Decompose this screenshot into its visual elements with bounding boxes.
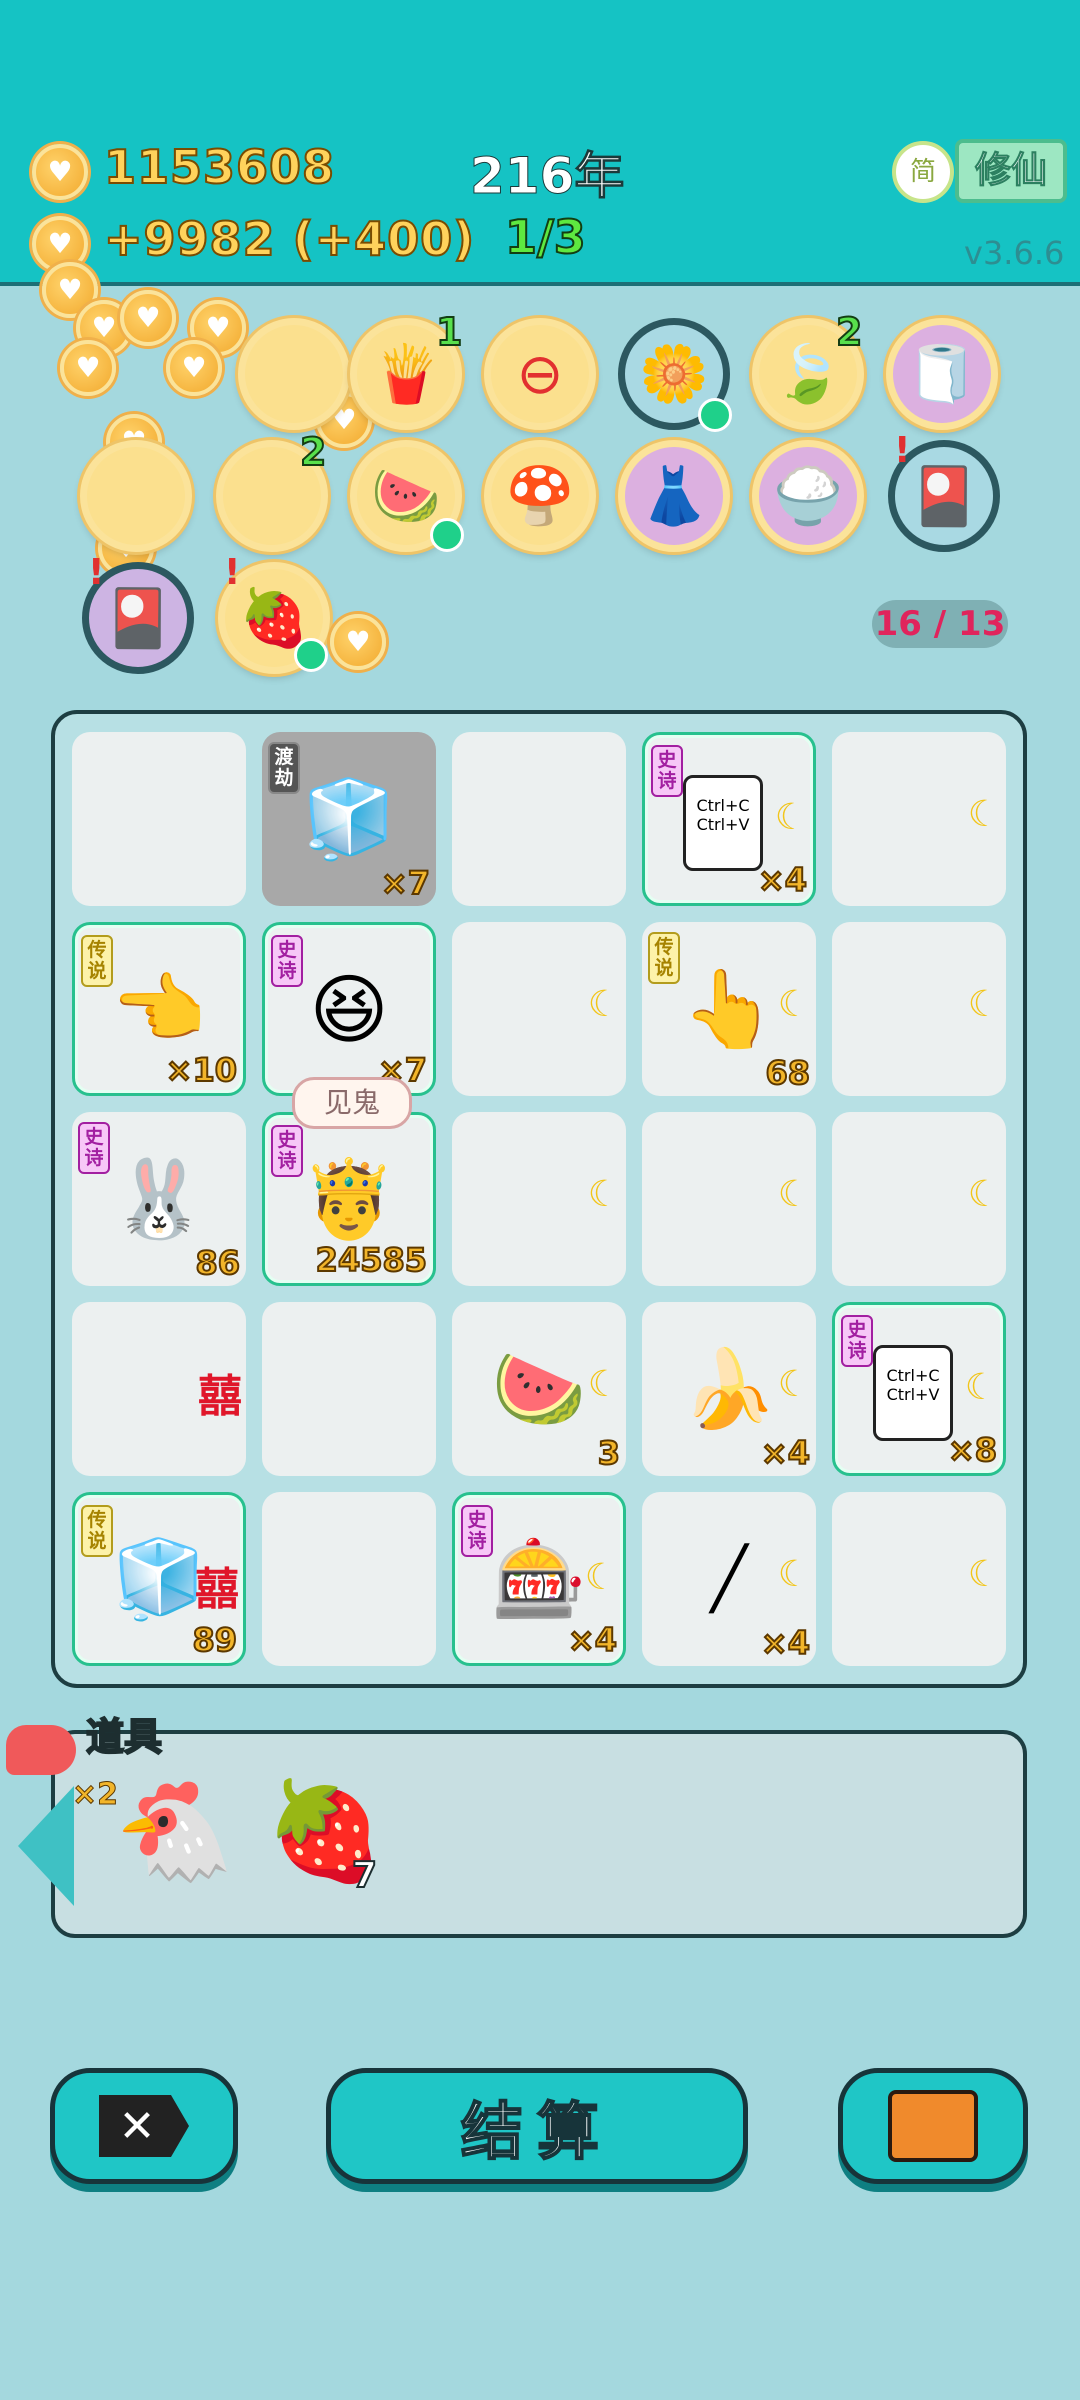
- left-arrow-icon[interactable]: [18, 1786, 74, 1906]
- liver-count: ×2: [71, 1777, 119, 1813]
- relic-minus[interactable]: ⊖: [484, 318, 596, 430]
- board-cell[interactable]: ☾: [642, 1112, 816, 1286]
- item-count: ×4: [567, 1620, 618, 1660]
- relic-mushroom-cloud[interactable]: 🍄: [484, 440, 596, 552]
- board-cell[interactable]: [452, 732, 626, 906]
- item-count: 68: [764, 1053, 811, 1093]
- briefcase-icon: [888, 2090, 978, 2162]
- gold-amount: 1153608: [103, 139, 336, 195]
- item-count: ×4: [757, 860, 808, 900]
- relic-slot[interactable]: [238, 318, 350, 430]
- board-cell[interactable]: ☾: [832, 1492, 1006, 1666]
- new-dot-icon: [698, 398, 732, 432]
- board-capacity-counter: 16 / 13: [872, 600, 1008, 648]
- ctrl-copy-card: Ctrl+C Ctrl+V: [683, 775, 763, 871]
- version-label: v3.6.6: [964, 234, 1065, 272]
- moon-icon: ☾: [967, 1554, 1000, 1595]
- item-count: 24585: [315, 1240, 428, 1280]
- liver-icon: [6, 1725, 76, 1775]
- rarity-tag: 史诗: [651, 745, 683, 797]
- item-count: ×8: [947, 1430, 998, 1470]
- cell-ctrl-copy[interactable]: 史诗 Ctrl+C Ctrl+V ☾ ×4: [642, 732, 816, 906]
- cell-face-green[interactable]: 史诗 😆 ×7: [262, 922, 436, 1096]
- moon-icon: ☾: [777, 984, 810, 1025]
- cell-face-crown[interactable]: 史诗 🤴 24585: [262, 1112, 436, 1286]
- relic-skirt[interactable]: 👗: [618, 440, 730, 552]
- cell-fridge-legend[interactable]: 传说 🧊 囍 89: [72, 1492, 246, 1666]
- moon-icon: ☾: [967, 984, 1000, 1025]
- alert-icon: !: [894, 430, 911, 471]
- board-cell[interactable]: ☾: [832, 1112, 1006, 1286]
- coin-icon: ♥: [60, 340, 116, 396]
- cell-banana[interactable]: 🍌 ☾ ×4: [642, 1302, 816, 1476]
- cell-hand-pointing[interactable]: 传说 👈 ×10: [72, 922, 246, 1096]
- moon-icon: ☾: [587, 1174, 620, 1215]
- settle-button[interactable]: 结算: [326, 2068, 748, 2184]
- coin-icon: ♥: [120, 290, 176, 346]
- moon-icon: ☾: [777, 1554, 810, 1595]
- relic-tissue[interactable]: 🧻: [886, 318, 998, 430]
- relic-leaf-count: 2: [835, 309, 863, 355]
- item-count: ×7: [380, 863, 431, 903]
- board-cell[interactable]: ☾: [832, 922, 1006, 1096]
- stage-progress: 1/3: [504, 209, 587, 265]
- bayberry-count: 7: [351, 1854, 378, 1897]
- coin-icon: ♥: [166, 340, 222, 396]
- item-count: 86: [194, 1243, 241, 1283]
- moon-icon: ☾: [777, 1174, 810, 1215]
- new-dot-icon: [430, 518, 464, 552]
- relic-slot[interactable]: [80, 440, 192, 552]
- moon-icon: ☾: [587, 984, 620, 1025]
- rarity-tag: 史诗: [841, 1315, 873, 1367]
- board-cell[interactable]: ☾: [452, 1112, 626, 1286]
- cell-hand-up[interactable]: 传说 👆 ☾ 68: [642, 922, 816, 1096]
- double-happiness-icon: 囍: [195, 1564, 239, 1615]
- relic-count: 2: [299, 429, 327, 475]
- year-label: 216年: [469, 147, 625, 206]
- simplified-mode-icon[interactable]: 简: [892, 141, 954, 203]
- relic-fries-count: 1: [435, 309, 463, 355]
- item-count: ×4: [760, 1433, 811, 1473]
- new-dot-icon: [294, 638, 328, 672]
- cell-fridge[interactable]: 渡劫 🧊 ×7: [262, 732, 436, 906]
- chicken-item-icon[interactable]: 🐔: [115, 1775, 235, 1888]
- moon-icon: ☾: [774, 797, 807, 838]
- gold-coin-icon: ♥: [32, 144, 88, 200]
- board-cell[interactable]: [262, 1492, 436, 1666]
- moon-icon: ☾: [964, 1367, 997, 1408]
- ctrl-copy-card: Ctrl+C Ctrl+V: [873, 1345, 953, 1441]
- moon-icon: ☾: [587, 1364, 620, 1405]
- backpack-button[interactable]: [838, 2068, 1028, 2184]
- board-cell[interactable]: [262, 1302, 436, 1476]
- board-cell[interactable]: ☾: [452, 922, 626, 1096]
- cell-rabbit-house[interactable]: 史诗 🐰 86: [72, 1112, 246, 1286]
- cell-watermelon[interactable]: 🍉 ☾ 3: [452, 1302, 626, 1476]
- double-happiness-icon: 囍: [198, 1371, 242, 1422]
- cell-ctrl-copy[interactable]: 史诗 Ctrl+C Ctrl+V ☾ ×8: [832, 1302, 1006, 1476]
- income-amount: +9982 (+400): [103, 211, 476, 267]
- xiuxian-button[interactable]: 修仙: [955, 139, 1067, 203]
- cell-straw[interactable]: ╱ ☾ ×4: [642, 1492, 816, 1666]
- props-title: 道具: [85, 1714, 163, 1760]
- moon-icon: ☾: [967, 1174, 1000, 1215]
- coin-icon: ♥: [330, 614, 386, 670]
- close-icon: ✕: [99, 2095, 189, 2157]
- moon-icon: ☾: [777, 1364, 810, 1405]
- delete-button[interactable]: ✕: [50, 2068, 238, 2184]
- board-cell[interactable]: 囍: [72, 1302, 246, 1476]
- item-count: 3: [597, 1433, 621, 1473]
- relic-bowls[interactable]: 🍚: [752, 440, 864, 552]
- item-count: ×4: [760, 1623, 811, 1663]
- item-count: 89: [191, 1620, 238, 1660]
- cell-capsule-machine[interactable]: 史诗 🎰 ☾ ×4: [452, 1492, 626, 1666]
- speech-bubble: 见鬼: [292, 1077, 412, 1129]
- item-count: ×10: [165, 1050, 238, 1090]
- moon-icon: ☾: [584, 1557, 617, 1598]
- board-cell[interactable]: [72, 732, 246, 906]
- board-cell[interactable]: ☾: [832, 732, 1006, 906]
- alert-icon: !: [88, 552, 105, 593]
- alert-icon: !: [224, 552, 241, 593]
- moon-icon: ☾: [967, 794, 1000, 835]
